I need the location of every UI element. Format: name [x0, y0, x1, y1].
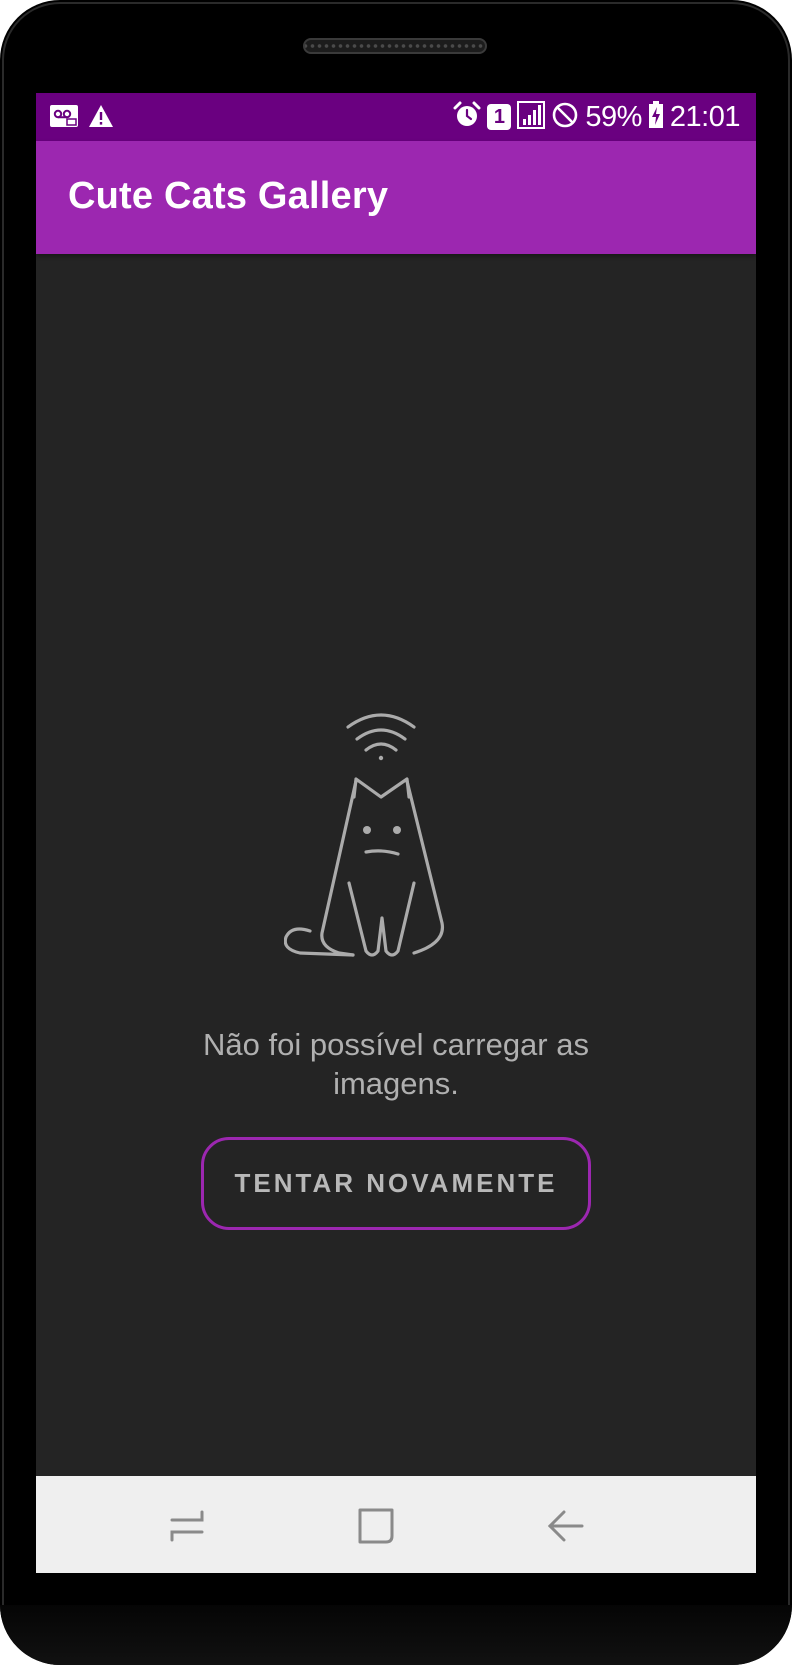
back-button[interactable]	[544, 1504, 588, 1548]
phone-chin	[0, 1605, 792, 1665]
earpiece-speaker	[303, 38, 487, 54]
app-title: Cute Cats Gallery	[68, 175, 389, 217]
system-nav-bar	[36, 1476, 756, 1573]
cat-tail	[283, 927, 355, 957]
signal-arc-middle	[355, 728, 407, 741]
app-bar: Cute Cats Gallery	[36, 141, 756, 254]
home-icon	[358, 1508, 394, 1544]
warning-icon	[88, 104, 114, 133]
cat-left-eye	[363, 826, 371, 834]
signal-dot	[378, 755, 384, 761]
cat-mouth	[364, 849, 400, 856]
retry-button[interactable]: TENTAR NOVAMENTE	[201, 1137, 591, 1230]
sim-badge: 1	[487, 104, 512, 130]
signal-arc-outer	[346, 713, 416, 729]
cat-body-left	[320, 779, 358, 957]
screen: 1 59% 21:01 Cute Cats Gallery Não foi po…	[36, 93, 756, 1573]
signal-icon	[517, 100, 546, 134]
back-icon	[547, 1510, 584, 1542]
sad-cat-no-signal-illustration	[283, 713, 468, 978]
signal-arc-inner	[364, 742, 398, 752]
cat-ears	[352, 777, 411, 799]
status-bar: 1 59% 21:01	[36, 93, 756, 141]
phone-frame: 1 59% 21:01 Cute Cats Gallery Não foi po…	[0, 0, 792, 1665]
voicemail-icon	[50, 105, 78, 132]
home-button[interactable]	[354, 1504, 398, 1548]
battery-percent: 59%	[585, 101, 642, 133]
recent-apps-button[interactable]	[164, 1504, 208, 1548]
status-time: 21:01	[669, 101, 741, 133]
cat-front-legs	[347, 881, 416, 957]
retry-button-label: TENTAR NOVAMENTE	[234, 1168, 558, 1198]
error-message: Não foi possível carregar as imagens.	[203, 1027, 589, 1101]
cat-right-eye	[393, 826, 401, 834]
battery-charging-icon	[648, 100, 664, 134]
recent-apps-icon	[170, 1510, 204, 1542]
alarm-icon	[453, 101, 481, 134]
do-not-disturb-icon	[551, 101, 579, 134]
cat-body-right	[405, 779, 445, 955]
